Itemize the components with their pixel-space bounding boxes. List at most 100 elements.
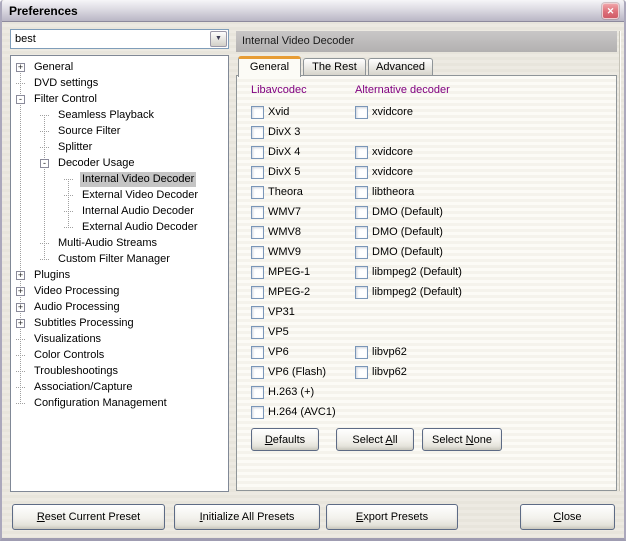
column-header-libavcodec: Libavcodec bbox=[251, 84, 307, 96]
checkbox-vp31[interactable] bbox=[251, 306, 264, 319]
decoder-row: DivX 5xvidcore bbox=[251, 162, 608, 182]
checkbox-vp6-flash-alt[interactable] bbox=[355, 366, 368, 379]
tree-item-external-video-decoder[interactable]: External Video Decoder bbox=[11, 187, 228, 203]
preset-combobox[interactable]: best ▼ bbox=[10, 29, 229, 49]
checkbox-mpeg-2-alt[interactable] bbox=[355, 286, 368, 299]
tree-item-external-audio-decoder[interactable]: External Audio Decoder bbox=[11, 219, 228, 235]
checkbox-vp6[interactable] bbox=[251, 346, 264, 359]
column-header-alternative-decoder: Alternative decoder bbox=[355, 84, 450, 96]
tree-item-label: Filter Control bbox=[32, 92, 99, 107]
checkbox-divx-4-alt[interactable] bbox=[355, 146, 368, 159]
checkbox-divx-3[interactable] bbox=[251, 126, 264, 139]
checkbox-theora[interactable] bbox=[251, 186, 264, 199]
alt-decoder-label: libvp62 bbox=[372, 346, 407, 358]
decoder-row: VP6 libvp62 bbox=[251, 342, 608, 362]
checkbox-wmv9[interactable] bbox=[251, 246, 264, 259]
checkbox-h-264-avc1[interactable] bbox=[251, 406, 264, 419]
alternative-decoder-cell: libmpeg2 (Default) bbox=[355, 266, 462, 279]
checkbox-mpeg-2[interactable] bbox=[251, 286, 264, 299]
checkbox-divx-5[interactable] bbox=[251, 166, 264, 179]
tree-item-color-controls[interactable]: Color Controls bbox=[11, 347, 228, 363]
tab-advanced[interactable]: Advanced bbox=[368, 58, 433, 75]
collapse-minus-icon[interactable]: - bbox=[16, 95, 25, 104]
reset-current-preset-button[interactable]: Reset Current Preset bbox=[12, 504, 165, 530]
tree-connector bbox=[40, 251, 49, 267]
checkbox-theora-alt[interactable] bbox=[355, 186, 368, 199]
tree-item-custom-filter-manager[interactable]: Custom Filter Manager bbox=[11, 251, 228, 267]
expand-plus-icon[interactable]: + bbox=[16, 271, 25, 280]
expand-plus-icon[interactable]: + bbox=[16, 303, 25, 312]
decoder-label: VP5 bbox=[268, 326, 289, 338]
alt-decoder-label: DMO (Default) bbox=[372, 246, 443, 258]
expand-plus-icon[interactable]: + bbox=[16, 63, 25, 72]
tree-item-troubleshootings[interactable]: Troubleshootings bbox=[11, 363, 228, 379]
tree-item-multi-audio-streams[interactable]: Multi-Audio Streams bbox=[11, 235, 228, 251]
tree-item-internal-audio-decoder[interactable]: Internal Audio Decoder bbox=[11, 203, 228, 219]
checkbox-wmv7[interactable] bbox=[251, 206, 264, 219]
close-icon[interactable]: ✕ bbox=[602, 3, 619, 19]
select-all-button[interactable]: Select All bbox=[336, 428, 414, 451]
tree-item-filter-control[interactable]: -Filter Control bbox=[11, 91, 228, 107]
tree-connector bbox=[40, 235, 49, 251]
expand-plus-icon[interactable]: + bbox=[16, 319, 25, 328]
tree-item-label: Video Processing bbox=[32, 284, 121, 299]
defaults-button[interactable]: Defaults bbox=[251, 428, 319, 451]
button-label: nitialize All Presets bbox=[203, 511, 295, 523]
panel-right-groove bbox=[619, 31, 621, 491]
tree-item-plugins[interactable]: +Plugins bbox=[11, 267, 228, 283]
checkbox-divx-4[interactable] bbox=[251, 146, 264, 159]
tree-item-source-filter[interactable]: Source Filter bbox=[11, 123, 228, 139]
checkbox-vp6-alt[interactable] bbox=[355, 346, 368, 359]
tab-the-rest[interactable]: The Rest bbox=[303, 58, 366, 75]
tree-item-label: Custom Filter Manager bbox=[56, 252, 172, 267]
alternative-decoder-cell: libvp62 bbox=[355, 346, 407, 359]
tree-indent bbox=[11, 251, 40, 267]
tree-item-label: General bbox=[32, 60, 75, 75]
checkbox-xvid[interactable] bbox=[251, 106, 264, 119]
tree-item-internal-video-decoder[interactable]: Internal Video Decoder bbox=[11, 171, 228, 187]
tree-item-label: Subtitles Processing bbox=[32, 316, 136, 331]
expand-plus-icon[interactable]: + bbox=[16, 287, 25, 296]
export-presets-button[interactable]: Export Presets bbox=[326, 504, 458, 530]
tree-connector bbox=[64, 171, 73, 187]
decoder-label: VP6 bbox=[268, 346, 289, 358]
tree-item-configuration-management[interactable]: Configuration Management bbox=[11, 395, 228, 411]
tree-item-decoder-usage[interactable]: -Decoder Usage bbox=[11, 155, 228, 171]
checkbox-wmv8-alt[interactable] bbox=[355, 226, 368, 239]
checkbox-wmv7-alt[interactable] bbox=[355, 206, 368, 219]
tree-item-subtitles-processing[interactable]: + Subtitles Processing bbox=[11, 315, 228, 331]
tree-item-association-capture[interactable]: Association/Capture bbox=[11, 379, 228, 395]
checkbox-vp5[interactable] bbox=[251, 326, 264, 339]
select-none-button[interactable]: Select None bbox=[422, 428, 502, 451]
initialize-all-presets-button[interactable]: Initialize All Presets bbox=[174, 504, 320, 530]
libavcodec-cell: MPEG-2 bbox=[251, 286, 355, 299]
chevron-down-icon[interactable]: ▼ bbox=[210, 31, 227, 47]
tree-item-label: DVD settings bbox=[32, 76, 100, 91]
tree-item-label: Seamless Playback bbox=[56, 108, 156, 123]
decoder-row: WMV9DMO (Default) bbox=[251, 242, 608, 262]
tree-item-splitter[interactable]: Splitter bbox=[11, 139, 228, 155]
checkbox-wmv8[interactable] bbox=[251, 226, 264, 239]
checkbox-wmv9-alt[interactable] bbox=[355, 246, 368, 259]
button-label: xport Presets bbox=[363, 511, 428, 523]
tree-item-dvd-settings[interactable]: DVD settings bbox=[11, 75, 228, 91]
checkbox-vp6-flash[interactable] bbox=[251, 366, 264, 379]
tree-connector bbox=[16, 347, 25, 363]
collapse-minus-icon[interactable]: - bbox=[40, 159, 49, 168]
tree-item-video-processing[interactable]: + Video Processing bbox=[11, 283, 228, 299]
tree-item-general[interactable]: + General bbox=[11, 59, 228, 75]
close-button[interactable]: Close bbox=[520, 504, 615, 530]
tree-item-visualizations[interactable]: Visualizations bbox=[11, 331, 228, 347]
decoder-row: VP5 bbox=[251, 322, 608, 342]
checkbox-divx-5-alt[interactable] bbox=[355, 166, 368, 179]
checkbox-mpeg-1-alt[interactable] bbox=[355, 266, 368, 279]
tab-general[interactable]: General bbox=[238, 56, 301, 77]
alternative-decoder-cell: DMO (Default) bbox=[355, 246, 443, 259]
checkbox-mpeg-1[interactable] bbox=[251, 266, 264, 279]
tree-item-audio-processing[interactable]: +Audio Processing bbox=[11, 299, 228, 315]
decoder-label: DivX 4 bbox=[268, 146, 300, 158]
checkbox-xvid-alt[interactable] bbox=[355, 106, 368, 119]
checkbox-h-263[interactable] bbox=[251, 386, 264, 399]
tree-item-seamless-playback[interactable]: Seamless Playback bbox=[11, 107, 228, 123]
libavcodec-cell: H.264 (AVC1) bbox=[251, 406, 355, 419]
